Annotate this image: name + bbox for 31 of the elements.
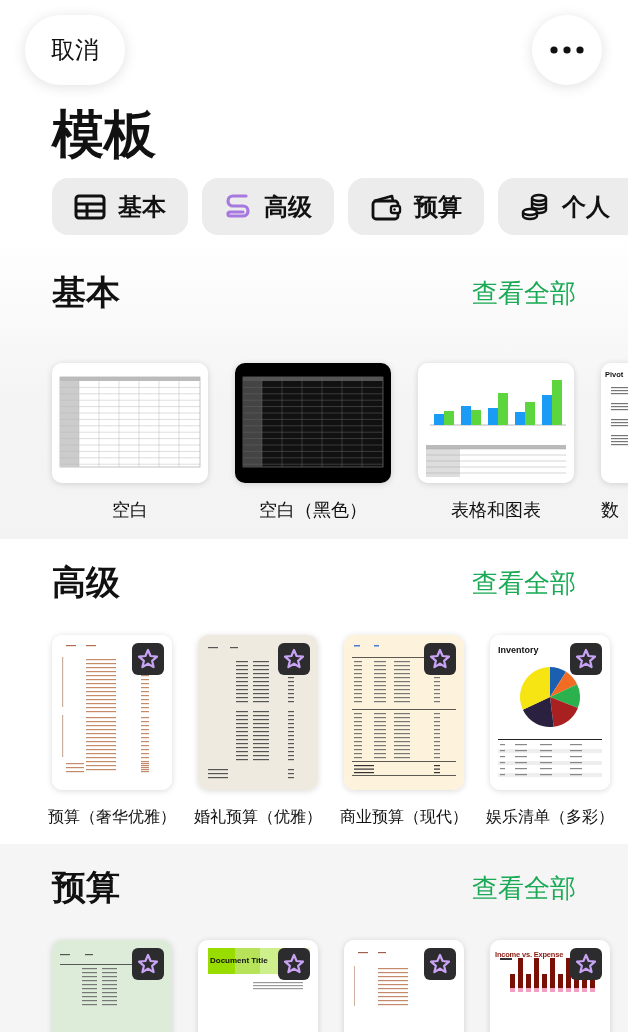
- template-thumbnail[interactable]: [52, 635, 172, 790]
- template-name: 娱乐清单（多彩）: [486, 806, 614, 828]
- template-thumbnail[interactable]: [52, 363, 208, 483]
- page-title: 模板: [52, 103, 157, 165]
- wallet-icon: [370, 192, 402, 221]
- template-name: 表格和图表: [451, 499, 541, 521]
- table-icon: [74, 193, 106, 220]
- section-title: 高级: [52, 561, 120, 604]
- template-name: 婚礼预算（优雅）: [194, 806, 322, 828]
- category-chip[interactable]: 高级: [202, 178, 334, 235]
- template-name: 预算（奢华优雅）: [48, 806, 176, 828]
- template-name: 数: [601, 499, 619, 521]
- template-thumbnail[interactable]: [490, 635, 610, 790]
- thumbnail-heading: Inventory: [498, 645, 539, 656]
- category-chip[interactable]: 预算: [348, 178, 484, 235]
- template-thumbnail[interactable]: [418, 363, 574, 483]
- template-thumbnail[interactable]: [235, 363, 391, 483]
- category-chip[interactable]: 个人: [498, 178, 628, 235]
- thumbnail-heading: Document Title: [210, 956, 268, 966]
- template-name: 空白: [112, 499, 148, 521]
- template-name: 商业预算（现代）: [340, 806, 468, 828]
- coins-icon: [520, 191, 550, 222]
- cancel-button[interactable]: 取消: [25, 15, 125, 85]
- section-title: 基本: [52, 271, 120, 314]
- section-title: 预算: [52, 866, 120, 909]
- template-thumbnail[interactable]: [344, 635, 464, 790]
- swirl-icon: [224, 192, 252, 221]
- category-chip[interactable]: 基本: [52, 178, 188, 235]
- more-icon: [550, 46, 584, 54]
- template-thumbnail[interactable]: [198, 635, 318, 790]
- template-name: 空白（黑色）: [259, 499, 367, 521]
